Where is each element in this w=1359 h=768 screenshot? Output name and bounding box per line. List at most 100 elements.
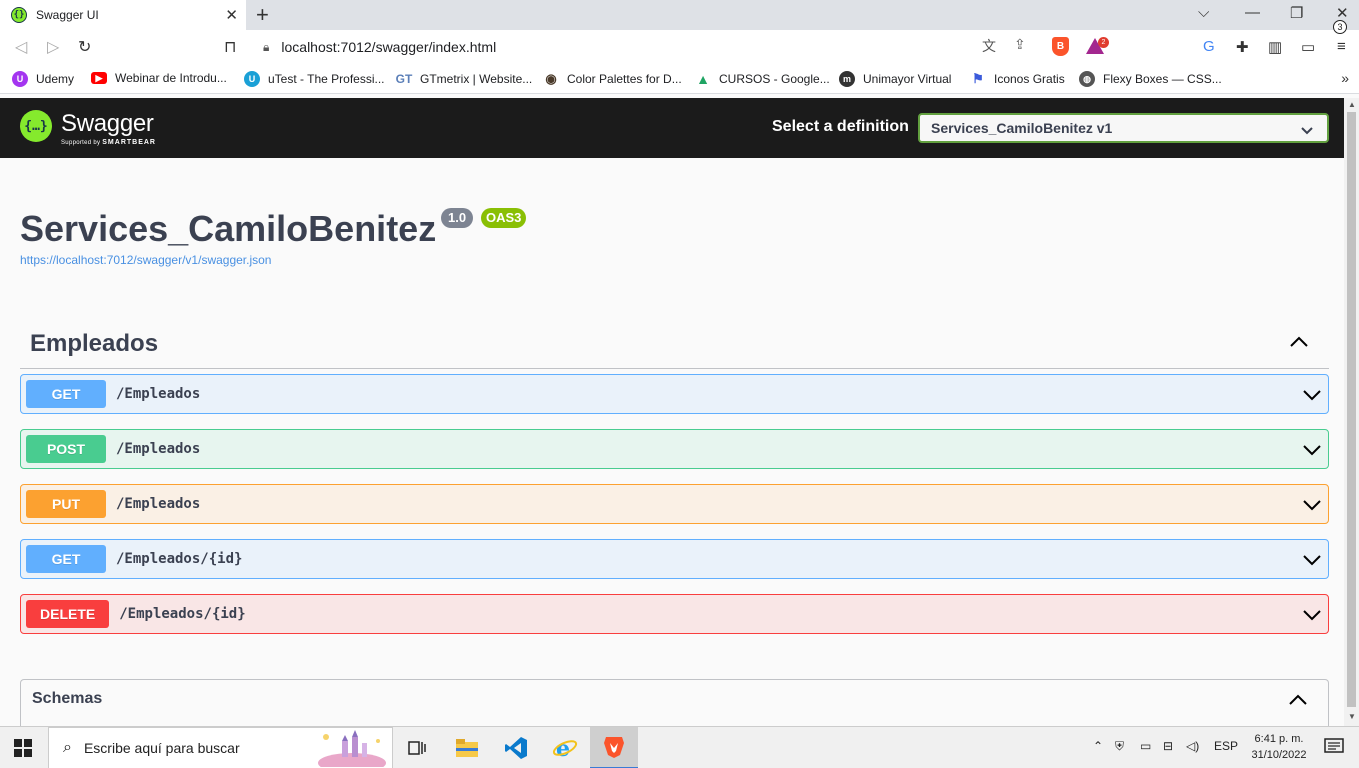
bookmark-item[interactable]: ▶ Webinar de Introdu... [91, 71, 227, 85]
forward-button[interactable]: ▷ [47, 37, 59, 57]
show-hidden-icons-chevron-icon[interactable]: ⌃ [1093, 739, 1103, 753]
taskbar-clock[interactable]: 6:41 p. m. 31/10/2022 [1244, 731, 1314, 763]
notification-count-badge: 3 [1333, 20, 1347, 34]
menu-icon[interactable]: ≡ [1337, 38, 1346, 55]
operation-put-empleados[interactable]: PUT /Empleados [20, 484, 1329, 524]
operation-get-empleados[interactable]: GET /Empleados [20, 374, 1329, 414]
version-badge: 1.0 [441, 208, 474, 228]
sidebar-icon[interactable]: ▥ [1268, 38, 1282, 56]
method-badge: GET [26, 545, 106, 573]
udemy-icon: U [12, 71, 28, 87]
operation-get-empleado-by-id[interactable]: GET /Empleados/{id} [20, 539, 1329, 579]
bookmark-item[interactable]: ◍ Flexy Boxes — CSS... [1079, 71, 1222, 87]
network-icon[interactable]: ⊟ [1163, 739, 1173, 753]
lock-icon[interactable]: 🔒︎ [263, 40, 269, 55]
battery-icon[interactable]: ▭ [1140, 739, 1151, 753]
brave-taskbar-icon[interactable] [590, 727, 638, 768]
volume-icon[interactable]: ◁) [1186, 739, 1199, 753]
bookmark-item[interactable]: ⚑ Iconos Gratis [970, 71, 1065, 87]
operation-path: /Empleados [116, 386, 201, 402]
palette-icon: ◉ [545, 71, 557, 86]
chevron-down-icon[interactable] [1302, 605, 1322, 625]
chevron-up-icon[interactable] [1288, 690, 1308, 710]
vscode-icon[interactable] [492, 727, 540, 768]
tag-title: Empleados [30, 330, 159, 357]
operation-path: /Empleados/{id} [119, 606, 246, 622]
new-tab-button[interactable]: + [256, 2, 269, 28]
bookmark-label: uTest - The Professi... [268, 72, 385, 86]
method-badge: POST [26, 435, 106, 463]
tag-section-header[interactable]: Empleados [20, 322, 1329, 369]
file-explorer-icon[interactable] [443, 727, 491, 768]
tab-search-icon[interactable]: ⌵ [1198, 4, 1209, 21]
chevron-down-icon[interactable] [1302, 440, 1322, 460]
share-icon[interactable]: ⇪ [1014, 36, 1026, 53]
google-translate-extension-icon[interactable]: G [1203, 38, 1215, 55]
extensions-icon[interactable]: ✚ [1236, 38, 1249, 56]
definition-select[interactable]: Services_CamiloBenitez v1 [918, 113, 1329, 143]
oas-badge: OAS3 [481, 208, 527, 228]
bookmark-label: Flexy Boxes — CSS... [1103, 72, 1222, 86]
browser-tab[interactable]: {} Swagger UI ✕ [0, 0, 246, 30]
chevron-down-icon[interactable] [1302, 495, 1322, 515]
swagger-logo-icon[interactable]: {…} [20, 110, 52, 142]
logo-sub-brand: SMARTBEAR [102, 139, 156, 146]
swagger-json-link[interactable]: https://localhost:7012/swagger/v1/swagge… [20, 253, 271, 267]
windows-start-icon[interactable] [14, 739, 32, 757]
scrollbar-thumb[interactable] [1347, 112, 1356, 707]
scroll-down-icon[interactable]: ▼ [1348, 712, 1356, 721]
security-icon[interactable]: ⛨ [1115, 739, 1124, 754]
schemas-title: Schemas [32, 690, 103, 707]
bookmark-item[interactable]: GT GTmetrix | Website... [396, 71, 533, 87]
bookmark-item[interactable]: ▲ CURSOS - Google... [695, 71, 830, 87]
operation-path: /Empleados/{id} [116, 551, 243, 567]
taskbar-search-placeholder[interactable]: Escribe aquí para buscar [84, 740, 240, 756]
swagger-topbar: {…} Swagger Supported by SMARTBEAR Selec… [0, 98, 1344, 158]
method-badge: GET [26, 380, 106, 408]
search-icon: ⌕ [63, 739, 72, 756]
clock-date: 31/10/2022 [1251, 749, 1307, 761]
swagger-logo-text[interactable]: Swagger [61, 110, 154, 138]
language-indicator[interactable]: ESP [1214, 739, 1238, 753]
notification-center-icon[interactable] [1323, 737, 1347, 757]
operation-delete-empleado-by-id[interactable]: DELETE /Empleados/{id} [20, 594, 1329, 634]
translate-icon[interactable]: 文 [982, 36, 996, 56]
windows-taskbar: ⌕ Escribe aquí para buscar e ⌃ ⛨ ▭ ⊟ ◁) … [0, 726, 1359, 768]
back-button[interactable]: ◁ [15, 37, 27, 57]
logo-sub-prefix: Supported by [61, 140, 101, 146]
scroll-up-icon[interactable]: ▲ [1348, 100, 1356, 109]
youtube-icon: ▶ [91, 72, 107, 84]
internet-explorer-icon[interactable]: e [541, 727, 589, 768]
chevron-down-icon[interactable] [1302, 385, 1322, 405]
bookmark-item[interactable]: U uTest - The Professi... [244, 71, 385, 87]
chevron-down-icon[interactable] [1302, 550, 1322, 570]
api-title: Services_CamiloBenitez [20, 208, 437, 249]
brave-shields-icon[interactable]: B [1052, 37, 1069, 56]
bookmark-item[interactable]: m Unimayor Virtual [839, 71, 951, 87]
bookmark-label: Udemy [36, 72, 75, 86]
task-view-icon[interactable] [393, 727, 441, 768]
schemas-section[interactable]: Schemas [20, 679, 1329, 726]
search-highlight-illustration-icon [318, 730, 386, 767]
chevron-up-icon[interactable] [1289, 332, 1309, 352]
bookmark-item[interactable]: ◉ Color Palettes for D... [543, 71, 681, 87]
google-drive-icon: ▲ [696, 71, 710, 87]
bookmark-item[interactable]: U Udemy [12, 71, 74, 87]
wallet-icon[interactable]: ▭ [1301, 38, 1315, 56]
tab-close-icon[interactable]: ✕ [225, 6, 238, 24]
minimize-button[interactable]: — [1245, 4, 1260, 21]
method-badge: PUT [26, 490, 106, 518]
bookmark-icon[interactable]: ⊓ [224, 37, 236, 57]
restore-button[interactable]: ❐ [1290, 4, 1303, 22]
definition-selected-value: Services_CamiloBenitez v1 [931, 120, 1113, 136]
operation-post-empleados[interactable]: POST /Empleados [20, 429, 1329, 469]
bookmark-label: Unimayor Virtual [863, 72, 952, 86]
globe-icon: ◍ [1079, 71, 1095, 87]
chevron-down-icon [1301, 127, 1313, 135]
method-badge: DELETE [26, 600, 110, 628]
url-text[interactable]: localhost:7012/swagger/index.html [281, 39, 496, 55]
bookmarks-bar: U Udemy ▶ Webinar de Introdu... U uTest … [0, 64, 1359, 94]
reload-button[interactable]: ↻ [78, 37, 91, 57]
definition-label: Select a definition [772, 118, 909, 135]
more-bookmarks-icon[interactable]: » [1341, 70, 1349, 86]
